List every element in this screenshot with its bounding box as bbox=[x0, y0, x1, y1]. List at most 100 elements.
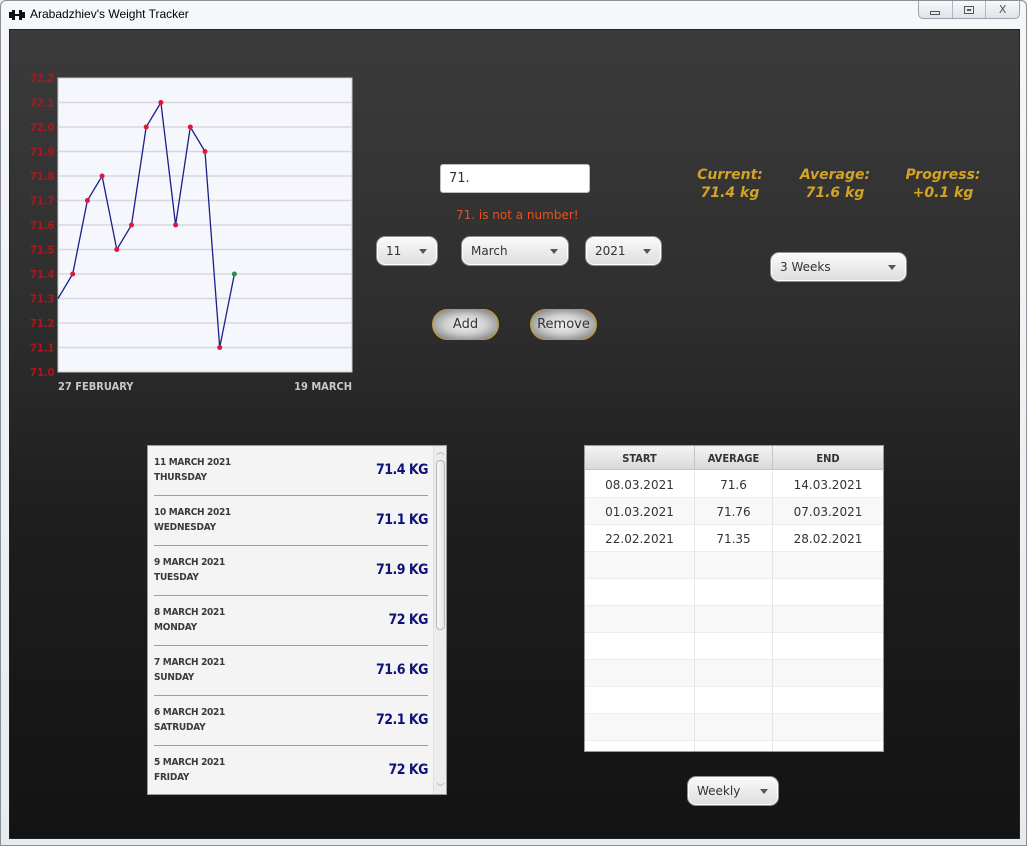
y-tick-label: 71.7 bbox=[30, 195, 55, 208]
list-scrollbar[interactable]: ︿ ﹀ bbox=[433, 446, 446, 794]
remove-button[interactable]: Remove bbox=[530, 309, 597, 340]
table-row[interactable]: 22.02.2021 71.35 28.02.2021 bbox=[585, 525, 883, 552]
y-tick-label: 71.4 bbox=[30, 268, 55, 281]
chevron-down-icon bbox=[888, 265, 896, 270]
cell-average bbox=[695, 687, 773, 714]
data-point bbox=[70, 271, 76, 277]
column-header-average[interactable]: AVERAGE bbox=[695, 446, 773, 470]
table-row[interactable] bbox=[585, 633, 883, 660]
entry-date: 7 MARCH 2021 bbox=[154, 657, 225, 668]
chevron-down-icon bbox=[419, 249, 427, 254]
app-content: 72.2 72.1 72.0 71.9 71.8 71.7 71.6 71.5 71.4 71.3… bbox=[9, 29, 1020, 839]
list-item[interactable]: 10 MARCH 2021 WEDNESDAY 71.1 KG bbox=[154, 496, 429, 546]
entry-day: THURSDAY bbox=[154, 472, 207, 483]
entry-day: WEDNESDAY bbox=[154, 522, 216, 533]
y-tick-label: 71.2 bbox=[30, 317, 55, 330]
dumbbell-icon bbox=[9, 10, 25, 20]
entry-day: SATRUDAY bbox=[154, 722, 206, 733]
cell-start: 08.03.2021 bbox=[585, 471, 695, 498]
y-tick-label: 72.1 bbox=[30, 97, 55, 110]
validation-error: 71. is not a number! bbox=[456, 208, 579, 222]
table-row[interactable] bbox=[585, 579, 883, 606]
y-tick-label: 71.6 bbox=[30, 219, 55, 232]
app-window: Arabadzhiev's Weight Tracker X 72.2 72.1 7… bbox=[0, 0, 1027, 846]
entry-weight: 71.1 KG bbox=[375, 512, 429, 528]
range-select[interactable]: 3 Weeks bbox=[770, 252, 907, 282]
cell-end bbox=[773, 606, 883, 633]
title-bar: Arabadzhiev's Weight Tracker X bbox=[1, 1, 1026, 29]
cell-start: 22.02.2021 bbox=[585, 525, 695, 552]
table-row[interactable] bbox=[585, 606, 883, 633]
y-tick-label: 71.5 bbox=[30, 244, 55, 257]
current-stat: Current: 71.4 kg bbox=[690, 166, 770, 202]
window-title: Arabadzhiev's Weight Tracker bbox=[30, 7, 189, 21]
column-header-end[interactable]: END bbox=[773, 446, 883, 470]
list-item[interactable]: 11 MARCH 2021 THURSDAY 71.4 KG bbox=[154, 446, 429, 496]
cell-end: 28.02.2021 bbox=[793, 531, 863, 546]
maximize-button[interactable] bbox=[951, 1, 986, 18]
cell-start bbox=[585, 687, 695, 714]
cell-average bbox=[695, 741, 773, 751]
scroll-up-icon[interactable]: ︿ bbox=[434, 446, 446, 458]
cell-end bbox=[773, 714, 883, 741]
year-select[interactable]: 2021 bbox=[585, 236, 662, 266]
entry-day: SUNDAY bbox=[154, 672, 195, 683]
column-header-start[interactable]: START bbox=[585, 446, 695, 470]
cell-end bbox=[773, 579, 883, 606]
add-button[interactable]: Add bbox=[432, 309, 499, 340]
entry-weight: 71.6 KG bbox=[375, 662, 429, 678]
entry-day: TUESDAY bbox=[154, 572, 199, 583]
list-item[interactable]: 8 MARCH 2021 MONDAY 72 KG bbox=[154, 596, 428, 646]
close-icon: X bbox=[998, 3, 1007, 16]
cell-end bbox=[773, 687, 883, 714]
table-row[interactable] bbox=[585, 714, 883, 741]
data-point bbox=[173, 222, 179, 228]
average-stat: Average: 71.6 kg bbox=[795, 166, 875, 202]
cell-end bbox=[773, 660, 883, 687]
scroll-down-icon[interactable]: ﹀ bbox=[434, 782, 446, 794]
current-value: 71.4 kg bbox=[700, 185, 760, 201]
list-item[interactable]: 5 MARCH 2021 FRIDAY 72 KG bbox=[154, 746, 428, 794]
data-point bbox=[99, 173, 105, 179]
entry-weight: 71.4 KG bbox=[375, 462, 429, 478]
entry-weight: 72 KG bbox=[388, 612, 428, 628]
table-row[interactable] bbox=[585, 741, 883, 751]
cell-start bbox=[585, 714, 695, 741]
table-row[interactable] bbox=[585, 660, 883, 687]
list-item[interactable]: 7 MARCH 2021 SUNDAY 71.6 KG bbox=[154, 646, 429, 696]
cell-end bbox=[773, 741, 883, 751]
cell-average bbox=[695, 660, 773, 687]
list-item[interactable]: 6 MARCH 2021 SATRUDAY 72.1 KG bbox=[154, 696, 429, 746]
y-tick-label: 72.0 bbox=[30, 121, 55, 134]
y-tick-label: 71.3 bbox=[30, 293, 55, 306]
cell-start bbox=[585, 741, 695, 751]
table-row[interactable] bbox=[585, 552, 883, 579]
list-item[interactable]: 9 MARCH 2021 TUESDAY 71.9 KG bbox=[154, 546, 429, 596]
current-label: Current: bbox=[697, 167, 763, 183]
y-tick-label: 71.9 bbox=[30, 146, 55, 159]
chevron-down-icon bbox=[760, 789, 768, 794]
period-select[interactable]: Weekly bbox=[687, 776, 779, 806]
cell-start bbox=[585, 606, 695, 633]
data-point bbox=[114, 247, 120, 252]
entries-list: 11 MARCH 2021 THURSDAY 71.4 KG 10 MARCH 202… bbox=[147, 445, 447, 795]
weight-input[interactable]: 71. bbox=[440, 164, 590, 193]
minimize-button[interactable] bbox=[919, 1, 952, 18]
x-tick-label-start: 27 FEBRUARY bbox=[58, 380, 134, 393]
average-value: 71.6 kg bbox=[805, 185, 865, 201]
entry-date: 10 MARCH 2021 bbox=[154, 507, 231, 518]
table-row[interactable]: 01.03.2021 71.76 07.03.2021 bbox=[585, 498, 883, 525]
data-point bbox=[217, 345, 223, 350]
maximize-icon bbox=[964, 5, 974, 14]
cell-average bbox=[695, 579, 773, 606]
close-button[interactable]: X bbox=[985, 1, 1019, 18]
day-select[interactable]: 11 bbox=[376, 236, 438, 266]
cell-start bbox=[585, 579, 695, 606]
scroll-thumb[interactable] bbox=[436, 460, 445, 630]
month-select[interactable]: March bbox=[461, 236, 569, 266]
y-tick-label: 71.8 bbox=[30, 170, 55, 183]
table-row[interactable] bbox=[585, 687, 883, 714]
weight-line-chart: 72.2 72.1 72.0 71.9 71.8 71.7 71.6 71.5 71.4 71.3… bbox=[30, 72, 353, 393]
table-row[interactable]: 08.03.2021 71.6 14.03.2021 bbox=[585, 471, 883, 498]
entry-date: 11 MARCH 2021 bbox=[154, 457, 231, 468]
